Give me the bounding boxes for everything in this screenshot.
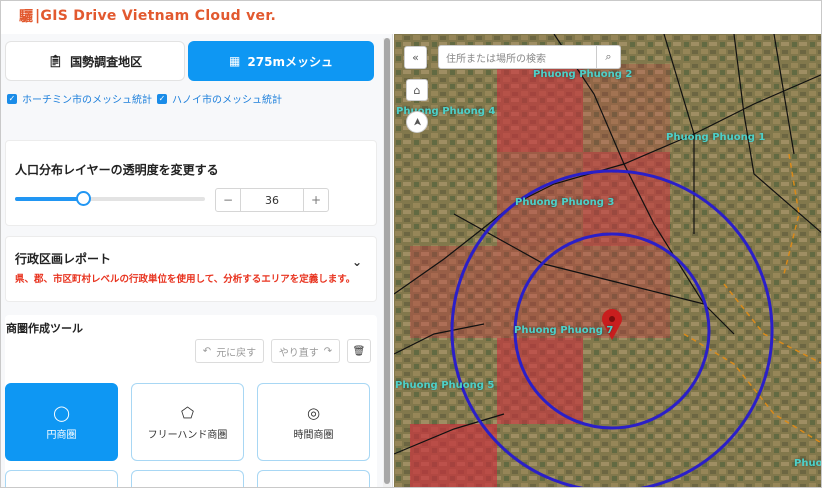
- circle-area-button[interactable]: ◯ 円商圏: [5, 383, 118, 461]
- compass-icon[interactable]: ➤: [406, 111, 428, 133]
- trash-icon: 🗑︎: [352, 345, 366, 357]
- opacity-heading: 人口分布レイヤーの透明度を変更する: [15, 163, 219, 177]
- opacity-stepper[interactable]: − 36 +: [215, 188, 329, 212]
- map-view[interactable]: Phuong Phuong 2 Phuong Phuong 4 Phuong P…: [394, 34, 822, 488]
- undo-icon: ↶: [202, 345, 212, 357]
- time-area-button[interactable]: ◎ 時間商圏: [257, 383, 370, 461]
- checkmark-icon[interactable]: ✓: [7, 93, 17, 104]
- report-heading: 行政区画レポート: [15, 252, 112, 266]
- circle-icon: ◯: [53, 403, 70, 422]
- shape-label: 時間商圏: [293, 429, 334, 441]
- tools-card: ↶ 元に戻す やり直す ↷ 🗑︎ ◯ 円商圏 ⬠ フリーハンド商圏 ◎ 時間商圏: [5, 315, 377, 487]
- chevron-down-icon[interactable]: ⌄: [352, 255, 362, 269]
- tab-275m-mesh[interactable]: ▦ 275mメッシュ: [188, 41, 374, 81]
- report-description: 県、郡、市区町村レベルの行政単位を使用して、分析するエリアを定義します。: [15, 274, 356, 285]
- opacity-value[interactable]: 36: [240, 189, 304, 211]
- slider-fill: [15, 197, 84, 201]
- increment-button[interactable]: +: [304, 189, 328, 211]
- hanoi-mesh-checkbox[interactable]: ✓ ハノイ市のメッシュ統計: [157, 91, 282, 106]
- grid-icon: ▦: [229, 54, 241, 68]
- undo-button[interactable]: ↶ 元に戻す: [195, 339, 264, 363]
- tab-label: 275mメッシュ: [247, 54, 333, 69]
- collapse-panel-button[interactable]: «: [404, 46, 427, 69]
- tab-label: 国勢調査地区: [70, 54, 143, 69]
- time-rings-icon: ◎: [306, 403, 321, 422]
- title-bar: 驪 |GIS Drive Vietnam Cloud ver.: [1, 1, 821, 31]
- freehand-icon: ⬠: [180, 403, 195, 422]
- map-search[interactable]: 住所または場所の検索 ⌕: [438, 45, 621, 69]
- mesh-checkboxes: ✓ ホーチミン市のメッシュ統計 ✓ ハノイ市のメッシュ統計: [7, 91, 377, 109]
- opacity-card: 人口分布レイヤーの透明度を変更する − 36 +: [5, 140, 377, 226]
- slider-handle[interactable]: [76, 191, 92, 206]
- hcmc-mesh-checkbox[interactable]: ✓ ホーチミン市のメッシュ統計: [7, 91, 152, 106]
- app-logo: 驪: [19, 9, 33, 25]
- mesh-cell: [497, 338, 583, 424]
- tab-census-district[interactable]: 📋︎ 国勢調査地区: [5, 41, 185, 81]
- redo-icon: ↷: [323, 345, 333, 357]
- map-label: Phuong Phuong 3: [515, 197, 615, 208]
- panel-content: 📋︎ 国勢調査地区 ▦ 275mメッシュ ✓ ホーチミン市のメッシュ統計 ✓ ハ…: [1, 34, 381, 487]
- satellite-map[interactable]: [394, 34, 822, 488]
- decrement-button[interactable]: −: [216, 189, 240, 211]
- report-card[interactable]: 行政区画レポート 県、郡、市区町村レベルの行政単位を使用して、分析するエリアを定…: [5, 236, 377, 302]
- checkbox-label: ホーチミン市のメッシュ統計: [22, 95, 152, 106]
- freehand-area-button[interactable]: ⬠ フリーハンド商圏: [131, 383, 244, 461]
- opacity-slider[interactable]: [15, 191, 205, 206]
- redo-button[interactable]: やり直す ↷: [271, 339, 340, 363]
- scrollbar-thumb[interactable]: [384, 38, 390, 484]
- map-label: Phuo: [794, 458, 822, 469]
- map-label: Phuong Phuong 1: [666, 132, 766, 143]
- panel-scrollbar[interactable]: [383, 38, 391, 487]
- mesh-cell: [410, 424, 497, 487]
- home-icon[interactable]: ⌂: [406, 79, 428, 101]
- delete-button[interactable]: 🗑︎: [347, 339, 371, 363]
- tool-button-partial[interactable]: [131, 470, 244, 487]
- app-window: 驪 |GIS Drive Vietnam Cloud ver. 📋︎ 国勢調査地…: [0, 0, 822, 488]
- checkbox-label: ハノイ市のメッシュ統計: [172, 95, 282, 106]
- checkmark-icon[interactable]: ✓: [157, 93, 167, 104]
- shape-label: 円商圏: [46, 429, 77, 441]
- tools-heading: 商圏作成ツール: [6, 322, 83, 335]
- side-panel: 📋︎ 国勢調査地区 ▦ 275mメッシュ ✓ ホーチミン市のメッシュ統計 ✓ ハ…: [1, 34, 393, 487]
- map-label: Phuong Phuong 5: [395, 380, 495, 391]
- clipboard-icon: 📋︎: [47, 54, 64, 68]
- search-icon[interactable]: ⌕: [596, 46, 620, 68]
- tab-bar: 📋︎ 国勢調査地区 ▦ 275mメッシュ: [5, 41, 377, 81]
- tool-button-partial[interactable]: [257, 470, 370, 487]
- redo-label: やり直す: [278, 347, 319, 359]
- undo-label: 元に戻す: [216, 347, 257, 359]
- tool-button-partial[interactable]: [5, 470, 118, 487]
- map-label: Phuong Phuong 7: [514, 325, 614, 336]
- shape-label: フリーハンド商圏: [147, 429, 228, 441]
- app-title: |GIS Drive Vietnam Cloud ver.: [35, 8, 277, 24]
- search-input[interactable]: 住所または場所の検索: [439, 46, 596, 68]
- map-label: Phuong Phuong 2: [533, 69, 633, 80]
